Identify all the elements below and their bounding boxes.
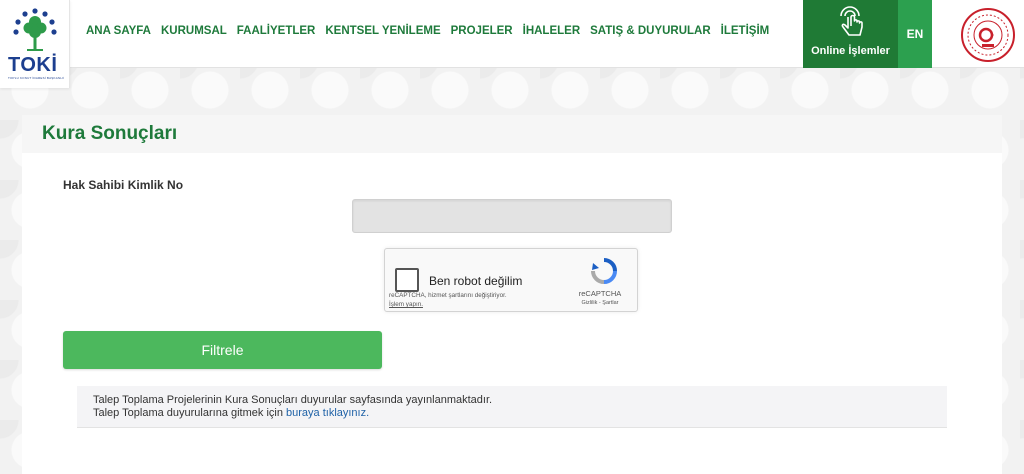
kimlik-no-label: Hak Sahibi Kimlik No [63, 178, 184, 192]
recaptcha-note: reCAPTCHA, hizmet şartlarını değiştiriyo… [389, 291, 559, 309]
nav-item-iletisim[interactable]: İLETİŞİM [721, 25, 770, 37]
toki-logo[interactable]: TOKİ TOPLU KONUT İDARESİ BAŞKANLIĞI [0, 0, 70, 88]
recaptcha-checkbox[interactable] [395, 268, 419, 292]
page-title: Kura Sonuçları [42, 123, 178, 144]
nav-item-satis-duyurular[interactable]: SATIŞ & DUYURULAR [590, 25, 711, 37]
recaptcha-label: Ben robot değilim [429, 274, 523, 288]
notice-line-2: Talep Toplama duyurularına gitmek için b… [93, 407, 947, 420]
nav-item-ana-sayfa[interactable]: ANA SAYFA [86, 25, 151, 37]
nav-item-kurumsal[interactable]: KURUMSAL [161, 25, 227, 37]
main-nav: ANA SAYFA KURUMSAL FAALİYETLER KENTSEL Y… [86, 25, 779, 37]
kimlik-no-input[interactable] [352, 199, 672, 233]
nav-item-projeler[interactable]: PROJELER [451, 25, 513, 37]
ministry-seal-icon [961, 8, 1015, 62]
recaptcha-logo-icon [591, 258, 617, 284]
touch-hand-icon [840, 6, 863, 36]
duyurular-link[interactable]: buraya tıklayınız. [286, 407, 369, 419]
online-islemler-button[interactable]: Online İşlemler [803, 0, 898, 68]
recaptcha-brand: reCAPTCHA [578, 289, 622, 298]
recaptcha-widget: Ben robot değilim reCAPTCHA, hizmet şart… [384, 248, 638, 312]
logo-subtext: TOPLU KONUT İDARESİ BAŞKANLIĞI [8, 76, 64, 80]
nav-item-kentsel-yenileme[interactable]: KENTSEL YENİLEME [325, 25, 440, 37]
recaptcha-privacy-terms[interactable]: Gizlilik - Şartlar [565, 300, 635, 306]
notice-box: Talep Toplama Projelerinin Kura Sonuçlar… [77, 386, 947, 428]
logo-text: TOKİ [8, 54, 58, 76]
notice-line-2-text: Talep Toplama duyurularına gitmek için [93, 407, 287, 419]
nav-item-faaliyetler[interactable]: FAALİYETLER [237, 25, 316, 37]
filter-button[interactable]: Filtrele [63, 331, 382, 369]
kura-sonuclari-panel: Kura Sonuçları Hak Sahibi Kimlik No Ben … [22, 115, 1002, 474]
recaptcha-note-text: reCAPTCHA, hizmet şartlarını değiştiriyo… [389, 292, 507, 299]
online-islemler-label: Online İşlemler [811, 45, 890, 57]
tree-logo-icon [13, 8, 57, 51]
site-header: ANA SAYFA KURUMSAL FAALİYETLER KENTSEL Y… [0, 0, 1024, 68]
recaptcha-note-link[interactable]: İşlem yapın. [389, 301, 423, 308]
nav-item-ihaleler[interactable]: İHALELER [523, 25, 581, 37]
language-en-button[interactable]: EN [898, 0, 932, 68]
notice-line-1: Talep Toplama Projelerinin Kura Sonuçlar… [93, 394, 493, 406]
panel-header: Kura Sonuçları [22, 115, 1002, 153]
